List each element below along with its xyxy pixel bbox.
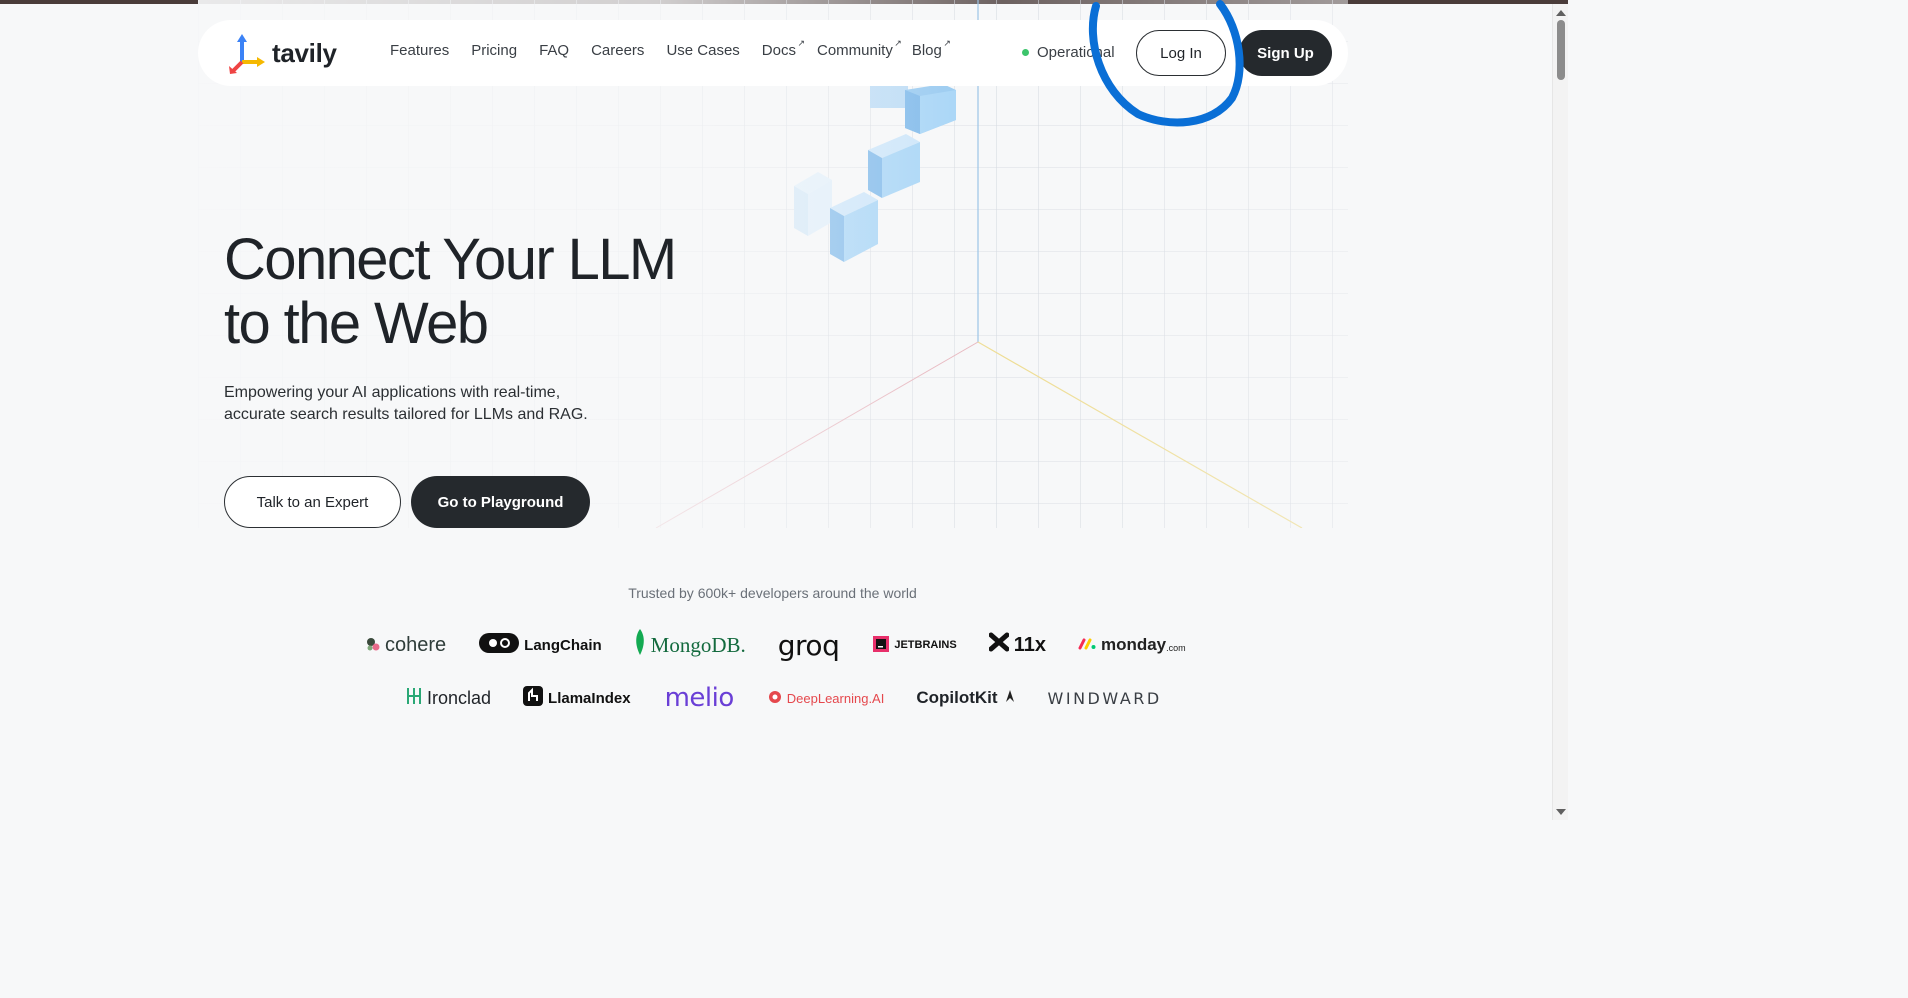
cohere-icon [366,634,380,657]
partner-logos-row: Ironclad LlamaIndex melio DeepLearning.A… [406,682,1162,714]
partner-logo-mongodb: MongoDB. [634,629,746,661]
nav-link-faq[interactable]: FAQ [539,42,569,59]
nav-link-pricing[interactable]: Pricing [471,42,517,59]
partner-logo-11x: 11x [988,632,1046,658]
partner-logo-deeplearning: DeepLearning.AI [768,690,885,707]
nav-link-label: Blog [911,42,942,59]
partner-name: melio [664,683,735,713]
cube-icon [830,192,878,262]
page-scrollbar[interactable] [1552,4,1568,820]
jetbrains-icon [873,635,890,655]
nav-link-blog[interactable]: Blog ↗ [911,38,951,59]
go-to-playground-button[interactable]: Go to Playground [411,476,590,528]
signup-button[interactable]: Sign Up [1239,30,1332,76]
nav-link-label: Careers [591,42,645,59]
llamaindex-icon [523,686,544,710]
nav-links: Features Pricing FAQ Careers Use Cases D… [390,38,964,59]
hero-subtitle-line: Empowering your AI applications with rea… [224,384,561,401]
partner-logo-monday: monday .com [1078,635,1186,655]
nav-link-label: Docs [761,42,796,59]
langchain-icon [479,633,520,657]
cube-icon [868,134,920,198]
partner-name: JETBRAINS [894,639,957,651]
nav-link-label: Pricing [471,42,518,59]
partner-name-suffix: .com [1166,643,1186,653]
partner-name: MongoDB. [650,632,746,657]
partner-name: Ironclad [427,687,492,708]
nav-link-use-cases[interactable]: Use Cases [666,42,739,59]
partner-logo-langchain: LangChain [479,633,602,657]
hero-headline-line: Connect Your LLM [224,227,677,292]
deeplearning-icon [768,690,782,707]
scroll-thumb[interactable] [1557,20,1565,80]
partner-name: DeepLearning.AI [786,690,885,706]
nav-link-label: Use Cases [666,42,740,59]
partner-logo-llamaindex: LlamaIndex [523,686,631,710]
partner-logo-groq: groq [778,629,840,662]
nav-link-careers[interactable]: Careers [591,42,644,59]
hero-subtitle: Empowering your AI applications with rea… [224,382,604,426]
copilotkit-icon [1004,688,1016,709]
scroll-down-arrow-icon[interactable] [1556,809,1566,815]
partner-name: LangChain [524,636,602,654]
brand-name: tavily [272,38,337,68]
hero-headline-line: to the Web [224,291,489,356]
talk-to-expert-button[interactable]: Talk to an Expert [224,476,401,528]
external-link-icon: ↗ [943,38,951,48]
nav-link-features[interactable]: Features [390,42,449,59]
trusted-by-label: Trusted by 600k+ developers around the w… [628,585,917,601]
external-link-icon: ↗ [797,38,805,48]
top-navbar: tavily Features Pricing FAQ Careers Use … [198,20,1348,86]
mongodb-leaf-icon [634,629,646,661]
login-button[interactable]: Log In [1136,30,1226,76]
partner-name: 11x [1013,633,1046,656]
partner-logo-jetbrains: JETBRAINS [873,635,957,655]
hero-subtitle-line: accurate search results tailored for LLM… [224,406,588,423]
partner-name: groq [777,628,840,662]
partner-name: monday [1100,635,1167,654]
status-dot-icon [1022,49,1029,56]
nav-link-docs[interactable]: Docs ↗ [761,38,805,59]
status-indicator[interactable]: Operational [1022,44,1115,61]
partner-logo-ironclad: Ironclad [406,687,491,710]
partner-name: CopilotKit [916,688,998,707]
external-link-icon: ↗ [894,38,902,48]
status-label: Operational [1037,44,1115,61]
nav-link-label: FAQ [539,42,570,59]
cube-icon [794,172,832,236]
11x-icon [988,632,1010,658]
partner-logo-windward: WINDWARD [1048,689,1162,708]
partner-name: LlamaIndex [548,689,631,707]
partner-logo-cohere: cohere [366,634,446,657]
brand-logo[interactable]: tavily [228,34,338,74]
partner-logo-melio: melio [664,683,735,713]
tavily-logo-icon [229,34,265,74]
nav-link-label: Community [816,42,893,59]
monday-icon [1078,635,1096,655]
partner-logo-copilotkit: CopilotKit [916,688,1015,709]
partner-logos-row: cohere LangChain MongoDB. groq JETBRAINS… [366,628,1186,662]
scroll-up-arrow-icon[interactable] [1556,10,1566,16]
partner-name: cohere [385,633,447,656]
nav-link-label: Features [390,42,450,59]
cube-icon [870,84,956,134]
ironclad-icon [406,687,422,710]
hero-headline: Connect Your LLM to the Web [224,228,744,356]
nav-link-community[interactable]: Community ↗ [816,38,902,59]
partner-name: WINDWARD [1047,688,1162,708]
